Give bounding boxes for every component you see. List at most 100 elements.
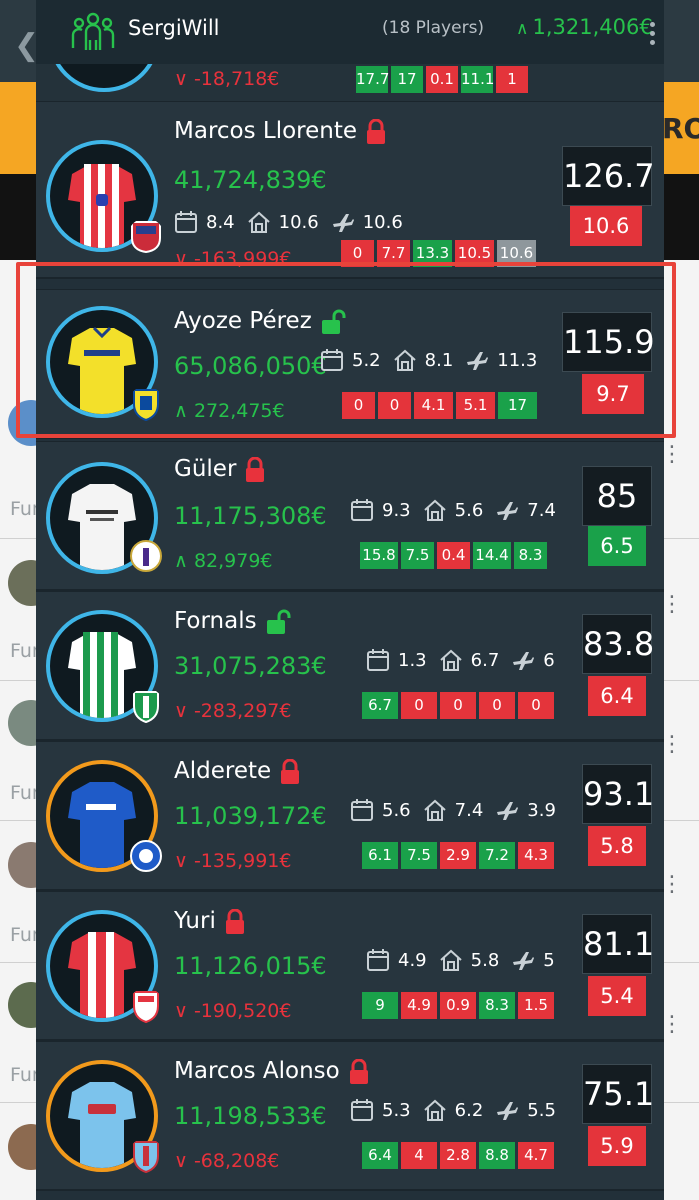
- player-value: 11,039,172€: [174, 802, 327, 830]
- matchday-points: 1.3: [398, 649, 427, 671]
- feed-more-icon[interactable]: ⋮: [661, 594, 683, 616]
- player-value-change: ∨ -135,991€: [174, 850, 292, 872]
- form-strip: 6.7 0 0 0 0: [362, 692, 557, 719]
- unlock-icon[interactable]: [265, 609, 291, 635]
- form-cell: 7.2: [479, 842, 515, 869]
- player-card[interactable]: Yuri 11,126,015€ 4.9 5.8 5 ∨ -190,520€ 9…: [36, 892, 664, 1041]
- feed-more-icon[interactable]: ⋮: [661, 444, 683, 466]
- more-options-icon[interactable]: [650, 22, 656, 49]
- player-value-change: ∧ 82,979€: [174, 550, 273, 572]
- player-value-change: ∨ -163,999€: [174, 248, 292, 270]
- form-cell: 6.1: [362, 842, 398, 869]
- player-value-change: ∨ -68,208€: [174, 1150, 280, 1172]
- form-strip: 9 4.9 0.9 8.3 1.5: [362, 992, 557, 1019]
- home-points: 6.2: [454, 1099, 484, 1121]
- form-cell: 2.8: [440, 1142, 476, 1169]
- form-cell: 6.7: [362, 692, 398, 719]
- away-points: 10.6: [362, 211, 403, 233]
- player-card[interactable]: Marcos Llorente 41,724,839€ 8.4 10.6 10.…: [36, 102, 664, 279]
- player-stats: 5.2 8.1 11.3: [320, 348, 549, 372]
- form-cell: 1: [496, 66, 528, 93]
- player-value: 65,086,050€: [174, 352, 327, 380]
- feed-more-icon[interactable]: ⋮: [661, 874, 683, 896]
- unlock-icon[interactable]: [320, 309, 346, 335]
- home-points: 8.1: [424, 349, 454, 371]
- home-icon: [423, 499, 446, 521]
- home-points: 5.6: [454, 499, 484, 521]
- average-points: 6.4: [588, 676, 646, 716]
- lock-icon[interactable]: [279, 758, 301, 785]
- player-value-change: ∨ -190,520€: [174, 1000, 292, 1022]
- form-cell: 15.8: [360, 542, 398, 569]
- trend-up-icon: ∧: [516, 19, 529, 39]
- form-cell: 14.4: [473, 542, 511, 569]
- matchday-points: 8.4: [206, 211, 235, 233]
- player-card[interactable]: Marcos Alonso 11,198,533€ 5.3 6.2 5.5 ∨ …: [36, 1042, 664, 1191]
- plane-icon: [513, 952, 535, 970]
- calendar-icon: [351, 1099, 373, 1121]
- players-count: (18 Players): [382, 18, 485, 38]
- home-icon: [247, 211, 270, 233]
- form-cell: 7.7: [377, 240, 410, 267]
- lock-icon[interactable]: [365, 118, 387, 145]
- form-cell: 10.5: [455, 240, 494, 267]
- team-value: ∧ 1,321,406€: [516, 15, 653, 39]
- form-cell: 8.3: [514, 542, 547, 569]
- form-strip: 15.8 7.5 0.4 14.4 8.3: [360, 542, 550, 569]
- club-crest-icon: [130, 840, 162, 872]
- form-cell: 0.1: [426, 66, 458, 93]
- lock-icon[interactable]: [348, 1058, 370, 1085]
- player-name: Yuri: [174, 908, 246, 935]
- player-value: 11,126,015€: [174, 952, 327, 980]
- total-points: 75.1: [582, 1064, 654, 1124]
- total-points: 115.9: [562, 312, 655, 372]
- form-cell: 5.1: [456, 392, 495, 419]
- player-card[interactable]: Fornals 31,075,283€ 1.3 6.7 6 ∨ -283,297…: [36, 592, 664, 741]
- player-name: Güler: [174, 456, 266, 483]
- club-crest-icon: [130, 540, 162, 572]
- matchday-points: 5.6: [382, 799, 411, 821]
- away-points: 6: [543, 649, 555, 671]
- matchday-points: 5.3: [382, 1099, 411, 1121]
- lock-icon[interactable]: [244, 456, 266, 483]
- form-strip: 0 0 4.1 5.1 17: [342, 392, 540, 419]
- plane-icon: [497, 802, 519, 820]
- form-strip: 0 7.7 13.3 10.5 10.6: [341, 240, 539, 267]
- plane-icon: [467, 352, 489, 370]
- player-name: Marcos Alonso: [174, 1058, 370, 1085]
- away-points: 11.3: [497, 349, 538, 371]
- form-strip: 17.7 17 0.1 11.1 1: [356, 66, 531, 93]
- average-points: 10.6: [570, 206, 642, 246]
- feed-more-icon[interactable]: ⋮: [661, 1014, 683, 1036]
- form-cell: 0: [440, 692, 476, 719]
- club-crest-icon: [131, 221, 161, 254]
- feed-more-icon[interactable]: ⋮: [661, 734, 683, 756]
- form-cell: 8.8: [479, 1142, 515, 1169]
- form-cell: 4.1: [414, 392, 453, 419]
- average-points: 9.7: [582, 374, 644, 414]
- lock-icon[interactable]: [224, 908, 246, 935]
- player-stats: 8.4 10.6 10.6: [174, 210, 415, 234]
- total-points: 85: [582, 466, 652, 526]
- club-crest-icon: [133, 991, 159, 1024]
- player-value: 41,724,839€: [174, 166, 327, 194]
- form-cell: 0: [401, 692, 437, 719]
- team-name: SergiWill: [128, 16, 220, 40]
- home-points: 6.7: [470, 649, 500, 671]
- form-cell: 0.4: [437, 542, 470, 569]
- player-card[interactable]: Güler 11,175,308€ 9.3 5.6 7.4 ∧ 82,979€ …: [36, 442, 664, 591]
- form-cell: 4.9: [401, 992, 437, 1019]
- form-cell: 4: [401, 1142, 437, 1169]
- form-cell: 1.5: [518, 992, 554, 1019]
- form-cell: 0: [341, 240, 374, 267]
- player-value: 11,198,533€: [174, 1102, 327, 1130]
- player-card[interactable]: Ayoze Pérez 65,086,050€ 5.2 8.1 11.3 ∧ 2…: [36, 290, 664, 439]
- player-name: Fornals: [174, 608, 291, 635]
- form-cell: 4.7: [518, 1142, 554, 1169]
- total-points: 126.7: [562, 146, 655, 206]
- player-card[interactable]: Alderete 11,039,172€ 5.6 7.4 3.9 ∨ -135,…: [36, 742, 664, 891]
- form-cell: 11.1: [461, 66, 494, 93]
- matchday-points: 5.2: [352, 349, 381, 371]
- average-points: 5.4: [588, 976, 646, 1016]
- away-points: 5: [543, 949, 555, 971]
